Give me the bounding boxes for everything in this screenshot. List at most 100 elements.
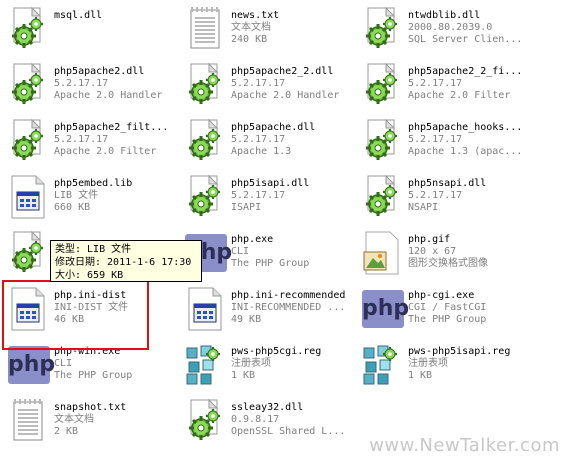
file-name: news.txt bbox=[231, 10, 280, 21]
file-name: php5nsapi.dll bbox=[408, 178, 487, 189]
file-item[interactable]: ntwdblib.dll 2000.80.2039.0 SQL Server Cli… bbox=[360, 6, 532, 58]
text-document-icon bbox=[183, 6, 227, 54]
file-info: php5embed.lib LIB 文件 660 KB bbox=[54, 178, 132, 214]
file-meta: 5.2.17.17 bbox=[54, 134, 109, 145]
file-meta: 1 KB bbox=[408, 370, 433, 381]
file-item[interactable]: php5apache2.dll 5.2.17.17 Apache 2.0 Handl… bbox=[6, 62, 178, 114]
file-info: php-win.exe CLI The PHP Group bbox=[54, 346, 132, 382]
generic-file-icon bbox=[183, 286, 227, 334]
file-meta: Apache 2.0 Filter bbox=[54, 146, 157, 157]
file-item[interactable]: php php.exe CLI The PHP Group bbox=[183, 230, 355, 282]
image-file-icon bbox=[360, 230, 404, 278]
file-name: ssleay32.dll bbox=[231, 402, 304, 413]
file-meta: INI-RECOMMENDED ... bbox=[231, 302, 346, 313]
file-item[interactable]: php5apache.dll 5.2.17.17 Apache 1.3 bbox=[183, 118, 355, 170]
file-meta: Apache 2.0 Handler bbox=[231, 90, 340, 101]
file-meta: 5.2.17.17 bbox=[231, 190, 286, 201]
watermark: www.NewTalker.com bbox=[369, 435, 560, 456]
file-meta: OpenSSL Shared L... bbox=[231, 426, 346, 437]
file-meta: 2000.80.2039.0 bbox=[408, 22, 493, 33]
file-info: msql.dll bbox=[54, 10, 102, 22]
file-tooltip: 类型: LIB 文件 修改日期: 2011-1-6 17:30 大小: 659 … bbox=[50, 240, 202, 282]
generic-file-icon bbox=[6, 174, 50, 222]
file-item[interactable]: php5apache2_2_fi... 5.2.17.17 Apache 2.0 F… bbox=[360, 62, 532, 114]
file-item[interactable]: snapshot.txt 文本文档 2 KB bbox=[6, 398, 178, 450]
file-info: php5isapi.dll 5.2.17.17 ISAPI bbox=[231, 178, 309, 214]
tooltip-type: 类型: LIB 文件 bbox=[55, 244, 132, 255]
file-name: php-cgi.exe bbox=[408, 290, 475, 301]
file-meta: CLI bbox=[54, 358, 73, 369]
file-name: php.exe bbox=[231, 234, 274, 245]
file-info: snapshot.txt 文本文档 2 KB bbox=[54, 402, 126, 438]
file-item[interactable]: pws-php5isapi.reg 注册表项 1 KB bbox=[360, 342, 532, 394]
file-meta: NSAPI bbox=[408, 202, 439, 213]
dll-gear-icon bbox=[6, 118, 50, 166]
file-name: snapshot.txt bbox=[54, 402, 127, 413]
file-info: php5apache2_2.dll 5.2.17.17 Apache 2.0 Han… bbox=[231, 66, 339, 102]
file-item[interactable]: php5apache2_filt... 5.2.17.17 Apache 2.0 F… bbox=[6, 118, 178, 170]
dll-gear-icon bbox=[360, 118, 404, 166]
file-info: php-cgi.exe CGI / FastCGI The PHP Group bbox=[408, 290, 486, 326]
file-info: news.txt 文本文档 240 KB bbox=[231, 10, 279, 46]
dll-gear-icon bbox=[360, 62, 404, 110]
file-meta: 240 KB bbox=[231, 34, 268, 45]
file-name: php.ini-recommended bbox=[231, 290, 346, 301]
file-info: php5nsapi.dll 5.2.17.17 NSAPI bbox=[408, 178, 486, 214]
dll-gear-icon bbox=[6, 6, 50, 54]
file-name: php5apache.dll bbox=[231, 122, 316, 133]
file-info: ntwdblib.dll 2000.80.2039.0 SQL Server Cli… bbox=[408, 10, 522, 46]
php-exe-icon: php bbox=[360, 286, 409, 334]
file-meta: CGI / FastCGI bbox=[408, 302, 487, 313]
file-meta: 2 KB bbox=[54, 426, 79, 437]
file-meta: 1 KB bbox=[231, 370, 256, 381]
file-name: php5apache2_2.dll bbox=[231, 66, 334, 77]
highlight-box bbox=[2, 280, 149, 350]
file-name: php5apache_hooks... bbox=[408, 122, 523, 133]
file-meta: 5.2.17.17 bbox=[408, 78, 463, 89]
file-item[interactable]: pws-php5cgi.reg 注册表项 1 KB bbox=[183, 342, 355, 394]
file-meta: 注册表项 bbox=[408, 358, 448, 369]
file-meta: 文本文档 bbox=[54, 414, 94, 425]
registry-file-icon bbox=[183, 342, 227, 390]
file-meta: Apache 1.3 bbox=[231, 146, 292, 157]
file-item[interactable]: msql.dll bbox=[6, 6, 178, 58]
file-item[interactable]: ssleay32.dll 0.9.8.17 OpenSSL Shared L... bbox=[183, 398, 355, 450]
file-meta: 图形交换格式图像 bbox=[408, 258, 488, 269]
file-info: php.gif 120 x 67 图形交换格式图像 bbox=[408, 234, 488, 270]
file-meta: 49 KB bbox=[231, 314, 262, 325]
file-meta: ISAPI bbox=[231, 202, 262, 213]
file-name: php5apache2_filt... bbox=[54, 122, 169, 133]
file-meta: 注册表项 bbox=[231, 358, 271, 369]
file-item[interactable]: php.ini-recommended INI-RECOMMENDED ... 49… bbox=[183, 286, 355, 338]
file-info: php5apache.dll 5.2.17.17 Apache 1.3 bbox=[231, 122, 315, 158]
file-item[interactable]: php5nsapi.dll 5.2.17.17 NSAPI bbox=[360, 174, 532, 226]
dll-gear-icon bbox=[360, 6, 404, 54]
file-item[interactable]: php5embed.lib LIB 文件 660 KB bbox=[6, 174, 178, 226]
file-meta: SQL Server Clien... bbox=[408, 34, 523, 45]
file-item[interactable]: php php-cgi.exe CGI / FastCGI The PHP Group bbox=[360, 286, 532, 338]
file-meta: 5.2.17.17 bbox=[54, 78, 109, 89]
file-item[interactable]: php5isapi.dll 5.2.17.17 ISAPI bbox=[183, 174, 355, 226]
file-name: ntwdblib.dll bbox=[408, 10, 481, 21]
file-info: ssleay32.dll 0.9.8.17 OpenSSL Shared L... bbox=[231, 402, 345, 438]
file-info: php5apache2.dll 5.2.17.17 Apache 2.0 Handl… bbox=[54, 66, 162, 102]
file-item[interactable]: news.txt 文本文档 240 KB bbox=[183, 6, 355, 58]
file-item[interactable]: php5apache2_2.dll 5.2.17.17 Apache 2.0 Han… bbox=[183, 62, 355, 114]
file-info: php5apache2_filt... 5.2.17.17 Apache 2.0 F… bbox=[54, 122, 168, 158]
file-meta: 文本文档 bbox=[231, 22, 271, 33]
file-info: php5apache2_2_fi... 5.2.17.17 Apache 2.0 F… bbox=[408, 66, 522, 102]
file-name: php5embed.lib bbox=[54, 178, 133, 189]
file-meta: The PHP Group bbox=[408, 314, 487, 325]
file-info: pws-php5cgi.reg 注册表项 1 KB bbox=[231, 346, 321, 382]
file-item[interactable]: php.gif 120 x 67 图形交换格式图像 bbox=[360, 230, 532, 282]
file-item[interactable]: php5apache_hooks... 5.2.17.17 Apache 1.3 (… bbox=[360, 118, 532, 170]
php-logo: php bbox=[8, 346, 55, 384]
file-name: php5isapi.dll bbox=[231, 178, 310, 189]
file-meta: 5.2.17.17 bbox=[408, 134, 463, 145]
dll-gear-icon bbox=[6, 62, 50, 110]
dll-gear-icon bbox=[183, 62, 227, 110]
file-meta: 5.2.17.17 bbox=[408, 190, 463, 201]
file-name: php5apache2.dll bbox=[54, 66, 145, 77]
file-info: pws-php5isapi.reg 注册表项 1 KB bbox=[408, 346, 510, 382]
tooltip-modified: 修改日期: 2011-1-6 17:30 bbox=[55, 257, 192, 268]
